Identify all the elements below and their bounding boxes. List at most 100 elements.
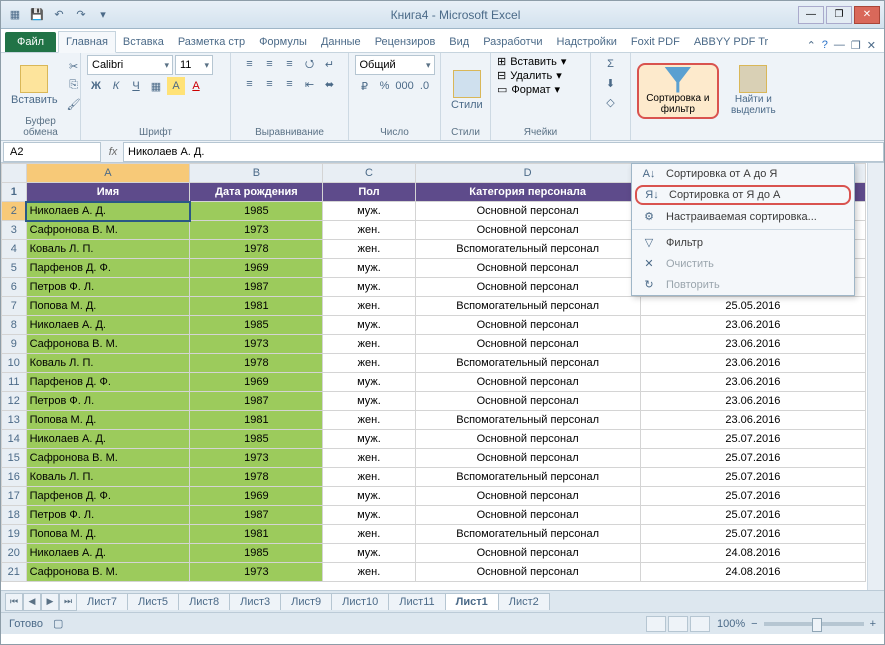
cell[interactable]: Основной персонал <box>415 221 640 240</box>
row-header[interactable]: 10 <box>2 354 27 373</box>
table-header-cell[interactable]: Имя <box>26 183 190 202</box>
cell[interactable]: Основной персонал <box>415 278 640 297</box>
row-header[interactable]: 18 <box>2 506 27 525</box>
cell[interactable]: 25.07.2016 <box>640 468 865 487</box>
cell[interactable]: Коваль Л. П. <box>26 240 190 259</box>
doc-min-icon[interactable]: — <box>834 39 845 52</box>
row-header[interactable]: 17 <box>2 487 27 506</box>
cell[interactable]: Вспомогательный персонал <box>415 240 640 259</box>
row-header[interactable]: 12 <box>2 392 27 411</box>
ribbon-tab[interactable]: ABBYY PDF Tr <box>687 32 775 52</box>
cell[interactable]: Николаев А. Д. <box>26 430 190 449</box>
align-mid-icon[interactable]: ≡ <box>261 55 279 73</box>
ribbon-tab[interactable]: Главная <box>58 31 116 53</box>
formula-input[interactable]: Николаев А. Д. <box>123 142 884 162</box>
file-tab[interactable]: Файл <box>5 32 56 52</box>
row-header[interactable]: 5 <box>2 259 27 278</box>
row-header[interactable]: 9 <box>2 335 27 354</box>
cell[interactable]: 24.08.2016 <box>640 544 865 563</box>
cell[interactable]: 1969 <box>190 373 323 392</box>
sort-filter-button[interactable]: Сортировка и фильтр <box>637 63 719 119</box>
zoom-slider[interactable] <box>764 622 864 626</box>
minimize-button[interactable]: — <box>798 6 824 24</box>
percent-icon[interactable]: % <box>376 77 394 95</box>
sheet-tab[interactable]: Лист2 <box>498 593 550 610</box>
row-header[interactable]: 3 <box>2 221 27 240</box>
cell[interactable]: 1978 <box>190 354 323 373</box>
cell[interactable]: Вспомогательный персонал <box>415 411 640 430</box>
zoom-level[interactable]: 100% <box>717 618 745 630</box>
cell[interactable]: 1981 <box>190 297 323 316</box>
align-top-icon[interactable]: ≡ <box>241 55 259 73</box>
sheet-tab[interactable]: Лист11 <box>388 593 445 610</box>
cell[interactable]: Николаев А. Д. <box>26 544 190 563</box>
align-left-icon[interactable]: ≡ <box>241 75 259 93</box>
row-header[interactable]: 16 <box>2 468 27 487</box>
cell[interactable]: Основной персонал <box>415 392 640 411</box>
cell[interactable]: 1985 <box>190 202 323 221</box>
sort-az-item[interactable]: A↓Сортировка от А до Я <box>632 164 854 184</box>
cell[interactable]: 25.07.2016 <box>640 449 865 468</box>
cell[interactable]: 24.08.2016 <box>640 563 865 582</box>
help-icon[interactable]: ? <box>822 39 828 52</box>
cell[interactable]: 23.06.2016 <box>640 411 865 430</box>
table-header-cell[interactable]: Категория персонала <box>415 183 640 202</box>
cell[interactable]: 23.06.2016 <box>640 335 865 354</box>
cell[interactable]: Основной персонал <box>415 563 640 582</box>
cell[interactable]: 1973 <box>190 221 323 240</box>
cell[interactable]: муж. <box>323 373 415 392</box>
cell[interactable]: Основной персонал <box>415 487 640 506</box>
align-center-icon[interactable]: ≡ <box>261 75 279 93</box>
font-color-icon[interactable]: A <box>187 77 205 95</box>
cell[interactable]: 1987 <box>190 506 323 525</box>
column-header[interactable]: D <box>415 164 640 183</box>
column-header[interactable]: B <box>190 164 323 183</box>
cell[interactable]: Основной персонал <box>415 373 640 392</box>
cell[interactable]: муж. <box>323 487 415 506</box>
cell[interactable]: жен. <box>323 221 415 240</box>
row-header[interactable]: 21 <box>2 563 27 582</box>
sheet-tab[interactable]: Лист1 <box>445 593 499 610</box>
paste-button[interactable]: Вставить <box>7 63 62 108</box>
row-header[interactable]: 11 <box>2 373 27 392</box>
save-icon[interactable]: 💾 <box>27 5 47 25</box>
sheet-tab[interactable]: Лист9 <box>280 593 332 610</box>
orientation-icon[interactable]: ⭯ <box>301 55 319 73</box>
font-size-combo[interactable]: 11 <box>175 55 213 75</box>
row-header[interactable]: 19 <box>2 525 27 544</box>
cell[interactable]: Вспомогательный персонал <box>415 525 640 544</box>
cell[interactable]: 1973 <box>190 335 323 354</box>
cell[interactable]: Вспомогательный персонал <box>415 468 640 487</box>
bold-icon[interactable]: Ж <box>87 77 105 95</box>
ribbon-tab[interactable]: Foxit PDF <box>624 32 687 52</box>
zoom-in-icon[interactable]: + <box>870 618 876 630</box>
vertical-scrollbar[interactable] <box>867 163 884 590</box>
cell[interactable]: Попова М. Д. <box>26 525 190 544</box>
cell[interactable]: Коваль Л. П. <box>26 354 190 373</box>
ribbon-tab[interactable]: Вид <box>442 32 476 52</box>
cell[interactable]: 1987 <box>190 278 323 297</box>
filter-item[interactable]: ▽Фильтр <box>632 232 854 253</box>
cell[interactable]: 1981 <box>190 411 323 430</box>
cell[interactable]: жен. <box>323 525 415 544</box>
sort-za-item[interactable]: Я↓Сортировка от Я до А <box>635 185 851 205</box>
zoom-out-icon[interactable]: − <box>751 618 757 630</box>
cell[interactable]: Петров Ф. Л. <box>26 392 190 411</box>
row-header[interactable]: 13 <box>2 411 27 430</box>
cell[interactable]: 25.07.2016 <box>640 525 865 544</box>
cell[interactable]: 1978 <box>190 240 323 259</box>
cell[interactable]: жен. <box>323 411 415 430</box>
view-normal-icon[interactable] <box>646 616 666 632</box>
autosum-icon[interactable]: Σ <box>602 55 620 73</box>
cell[interactable]: жен. <box>323 563 415 582</box>
cell[interactable]: 23.06.2016 <box>640 316 865 335</box>
comma-icon[interactable]: 000 <box>396 77 414 95</box>
cell[interactable]: муж. <box>323 316 415 335</box>
fill-icon[interactable]: ⬇ <box>602 74 620 92</box>
cell[interactable]: жен. <box>323 354 415 373</box>
cell[interactable]: Основной персонал <box>415 202 640 221</box>
column-header[interactable]: C <box>323 164 415 183</box>
cell[interactable]: Основной персонал <box>415 506 640 525</box>
cell[interactable]: 25.07.2016 <box>640 430 865 449</box>
cell[interactable]: Николаев А. Д. <box>26 316 190 335</box>
